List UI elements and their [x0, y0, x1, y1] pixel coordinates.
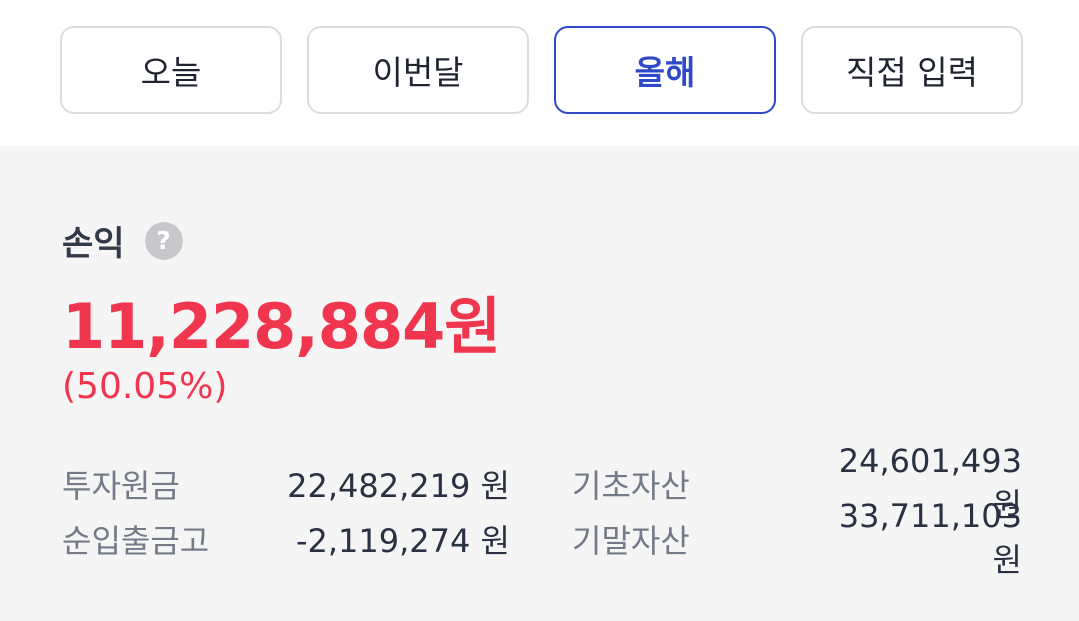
- profit-amount: 11,228,884원: [62, 290, 501, 363]
- beginning-assets-label: 기초자산: [572, 466, 690, 505]
- principal-label: 투자원금: [62, 466, 180, 505]
- net-flow-label: 순입출금고: [62, 521, 210, 560]
- period-selector: 오늘 이번달 올해 직접 입력: [0, 0, 1079, 146]
- detail-grid: 투자원금 22,482,219 원 기초자산 24,601,493 원 순입출금…: [62, 442, 1022, 579]
- tab-this-month[interactable]: 이번달: [307, 26, 529, 114]
- ending-assets-value: 33,711,103 원: [838, 496, 1022, 579]
- profit-summary-panel: 손익 ? 11,228,884원 (50.05%) 투자원금 22,482,21…: [0, 146, 1079, 621]
- tab-today[interactable]: 오늘: [60, 26, 282, 114]
- detail-row: 순입출금고 -2,119,274 원 기말자산 33,711,103 원: [62, 497, 1022, 579]
- net-flow-value: -2,119,274 원: [295, 521, 510, 560]
- profit-label: 손익: [62, 224, 125, 264]
- tab-this-year[interactable]: 올해: [554, 26, 776, 114]
- principal-value: 22,482,219 원: [287, 466, 510, 505]
- ending-assets-label: 기말자산: [572, 521, 690, 560]
- profit-rate: (50.05%): [62, 366, 228, 407]
- period-tabs: 오늘 이번달 올해 직접 입력: [60, 26, 1023, 114]
- help-icon[interactable]: ?: [144, 221, 183, 260]
- tab-custom-input[interactable]: 직접 입력: [801, 26, 1023, 114]
- profit-label-row: 손익 ?: [62, 216, 183, 265]
